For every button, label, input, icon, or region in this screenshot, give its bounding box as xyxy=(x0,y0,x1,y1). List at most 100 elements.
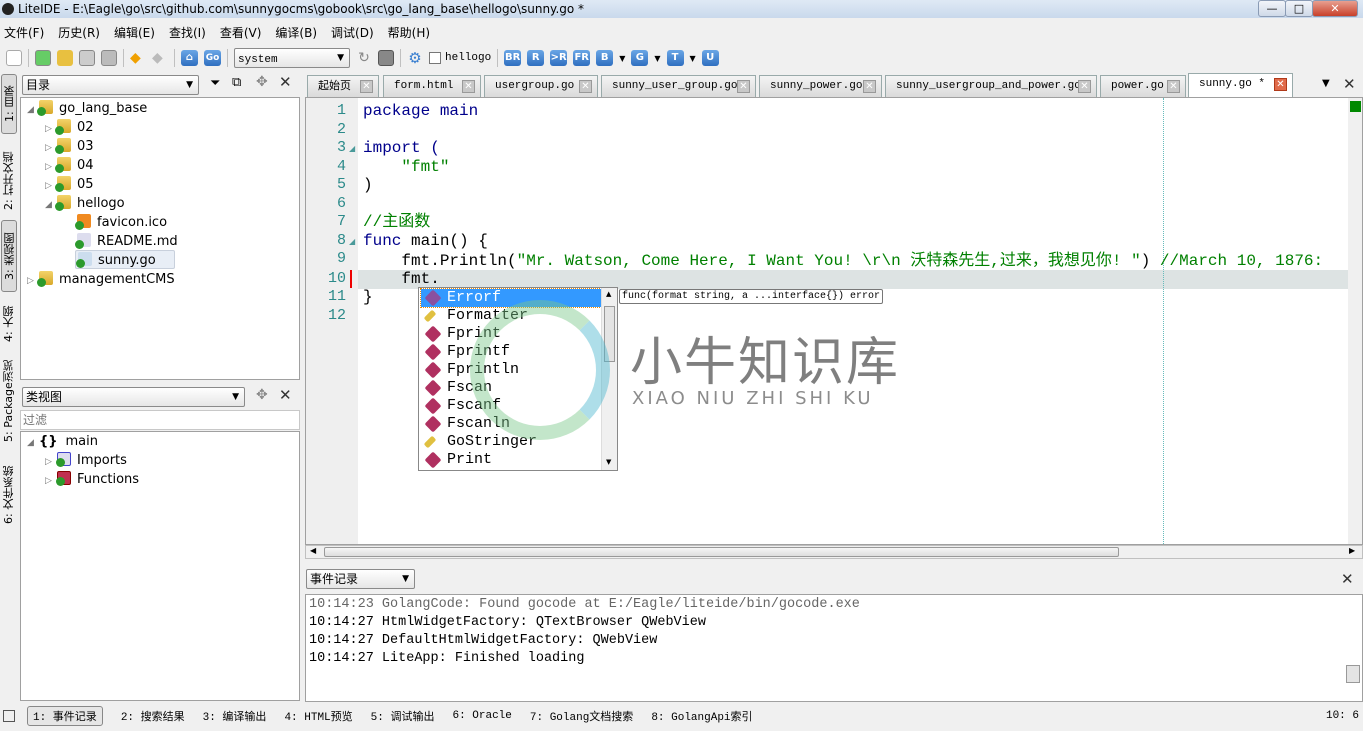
open-file-icon[interactable] xyxy=(35,50,51,66)
completion-item[interactable]: Fprint xyxy=(421,325,601,343)
update-button[interactable]: U xyxy=(701,50,719,66)
tree-item[interactable]: favicon.ico xyxy=(75,213,167,232)
forward-arrow-icon[interactable]: ◆ xyxy=(152,50,168,66)
menu-find[interactable]: 查找(I) xyxy=(169,24,206,41)
tab-form-html[interactable]: form.html ✕ xyxy=(383,75,481,97)
close-panel-icon[interactable]: ✕ xyxy=(279,73,292,91)
menu-history[interactable]: 历史(R) xyxy=(58,24,100,41)
close-tab-icon[interactable]: ✕ xyxy=(1167,80,1180,93)
close-tab-icon[interactable]: ✕ xyxy=(1274,78,1287,91)
close-tab-icon[interactable]: ✕ xyxy=(1078,80,1091,93)
filter-icon[interactable]: ⏷ xyxy=(210,76,220,91)
side-tab-open-docs[interactable]: 2: 打开文档 xyxy=(1,142,17,220)
side-tab-filesystem[interactable]: 6: 文件系统 xyxy=(1,457,17,532)
scroll-down-icon[interactable]: ▼ xyxy=(606,458,611,466)
close-tab-icon[interactable]: ✕ xyxy=(737,80,750,93)
bottom-tab-html-preview[interactable]: 4: HTML预览 xyxy=(284,708,352,724)
bottom-tab-golang-api-index[interactable]: 8: GolangApi索引 xyxy=(651,708,752,724)
completion-item[interactable]: Errorf xyxy=(420,288,602,308)
test-button[interactable]: T xyxy=(666,50,684,66)
completion-item[interactable]: GoStringer xyxy=(421,433,601,451)
tree-item[interactable]: README.md xyxy=(75,232,178,251)
move-panel-icon[interactable]: ✥ xyxy=(256,387,268,403)
tree-item[interactable]: ▷ 05 xyxy=(45,175,94,194)
tab-start-page[interactable]: 起始页 ✕ xyxy=(307,75,379,97)
tree-item[interactable]: ▷ 04 xyxy=(45,156,94,175)
run-button[interactable]: R xyxy=(527,50,545,66)
tab-list-chevron-icon[interactable]: ▼ xyxy=(1322,78,1330,89)
scroll-right-icon[interactable]: ▶ xyxy=(1349,546,1355,555)
completion-item[interactable]: Formatter xyxy=(421,307,601,325)
completion-item[interactable]: Print xyxy=(421,451,601,469)
sync-editor-icon[interactable]: ⧉ xyxy=(232,75,241,90)
menu-view[interactable]: 查看(V) xyxy=(220,24,262,41)
maximize-button[interactable]: □ xyxy=(1285,0,1313,17)
build-run-button[interactable]: BR xyxy=(504,50,522,66)
scrollbar-thumb[interactable] xyxy=(324,547,1119,557)
close-tab-icon[interactable]: ✕ xyxy=(462,80,475,93)
back-arrow-icon[interactable]: ◆ xyxy=(130,50,146,66)
side-tab-outline[interactable]: 4: 大纲 xyxy=(1,300,17,348)
menu-build[interactable]: 编译(B) xyxy=(275,24,317,41)
move-panel-icon[interactable]: ✥ xyxy=(256,74,268,90)
tree-item[interactable]: ◢ go_lang_base xyxy=(27,99,147,118)
tab-power-go[interactable]: power.go ✕ xyxy=(1100,75,1186,97)
bottom-tab-event-log[interactable]: 1: 事件记录 xyxy=(27,706,103,726)
tab-sunny-usergroup-and-power-go[interactable]: sunny_usergroup_and_power.go ✕ xyxy=(885,75,1097,97)
environment-select[interactable]: system ▼ xyxy=(234,48,350,68)
build-button[interactable]: B xyxy=(596,50,614,66)
menu-debug[interactable]: 调试(D) xyxy=(331,24,374,41)
go-icon[interactable]: Go xyxy=(204,50,221,66)
class-view-select[interactable]: 类视图 ▼ xyxy=(22,387,245,407)
stop-icon[interactable] xyxy=(378,50,394,66)
bottom-tab-golang-doc-search[interactable]: 7: Golang文档搜索 xyxy=(530,708,633,724)
tree-item[interactable]: ▷ Imports xyxy=(45,451,127,470)
class-filter-input[interactable] xyxy=(20,410,300,430)
tree-item[interactable]: ◢ {} main xyxy=(27,432,98,451)
save-icon[interactable] xyxy=(79,50,95,66)
minimize-button[interactable]: — xyxy=(1258,0,1286,17)
scroll-left-icon[interactable]: ◀ xyxy=(310,546,316,555)
close-tab-icon[interactable]: ✕ xyxy=(579,80,592,93)
file-run-button[interactable]: FR xyxy=(573,50,591,66)
bottom-tab-debug-output[interactable]: 5: 调试输出 xyxy=(371,708,435,724)
close-button[interactable]: ✕ xyxy=(1312,0,1358,17)
refresh-icon[interactable]: ↻ xyxy=(356,50,372,66)
build-target-checkbox[interactable]: hellogo xyxy=(429,52,491,64)
chevron-down-icon[interactable]: ▼ xyxy=(654,54,660,63)
close-tab-icon[interactable]: ✕ xyxy=(360,80,373,93)
menu-help[interactable]: 帮助(H) xyxy=(388,24,430,41)
horizontal-scrollbar[interactable]: ◀ ▶ xyxy=(305,545,1363,559)
toggle-panels-icon[interactable] xyxy=(3,710,15,722)
tree-item[interactable]: ◢ hellogo xyxy=(45,194,125,213)
bottom-tab-search-results[interactable]: 2: 搜索结果 xyxy=(121,708,185,724)
tree-item[interactable]: ▷ 03 xyxy=(45,137,94,156)
completion-item[interactable]: Fscan xyxy=(421,379,601,397)
fold-icon[interactable]: ◢ xyxy=(349,144,355,153)
log-scrollbar-thumb[interactable] xyxy=(1346,665,1360,683)
side-tab-package-browser[interactable]: 5: Package浏览 xyxy=(1,357,17,445)
side-tab-directory[interactable]: 1: 目录 xyxy=(1,74,17,134)
run-term-button[interactable]: >R xyxy=(550,50,568,66)
close-output-icon[interactable]: ✕ xyxy=(1341,570,1354,588)
close-tab-icon[interactable]: ✕ xyxy=(863,80,876,93)
close-panel-icon[interactable]: ✕ xyxy=(279,386,292,404)
new-file-icon[interactable] xyxy=(6,50,22,66)
vertical-scrollbar[interactable] xyxy=(1348,98,1362,544)
get-button[interactable]: G xyxy=(631,50,649,66)
chevron-down-icon[interactable]: ▼ xyxy=(690,54,696,63)
tree-item[interactable]: ▷ 02 xyxy=(45,118,94,137)
completion-item[interactable]: Fscanf xyxy=(421,397,601,415)
completion-item[interactable]: Fscanln xyxy=(421,415,601,433)
directory-panel-select[interactable]: 目录 ▼ xyxy=(22,75,199,95)
chevron-down-icon[interactable]: ▼ xyxy=(619,54,625,63)
gear-icon[interactable]: ⚙ xyxy=(407,50,423,66)
tab-sunny-go[interactable]: sunny.go * ✕ xyxy=(1188,73,1293,97)
tree-item-selected[interactable]: sunny.go xyxy=(75,250,175,269)
completion-item[interactable]: Fprintln xyxy=(421,361,601,379)
bottom-tab-oracle[interactable]: 6: Oracle xyxy=(452,710,511,722)
tree-item[interactable]: ▷ Functions xyxy=(45,470,139,489)
menu-edit[interactable]: 编辑(E) xyxy=(114,24,155,41)
tab-sunny-power-go[interactable]: sunny_power.go ✕ xyxy=(759,75,882,97)
close-editor-icon[interactable]: ✕ xyxy=(1343,75,1356,93)
